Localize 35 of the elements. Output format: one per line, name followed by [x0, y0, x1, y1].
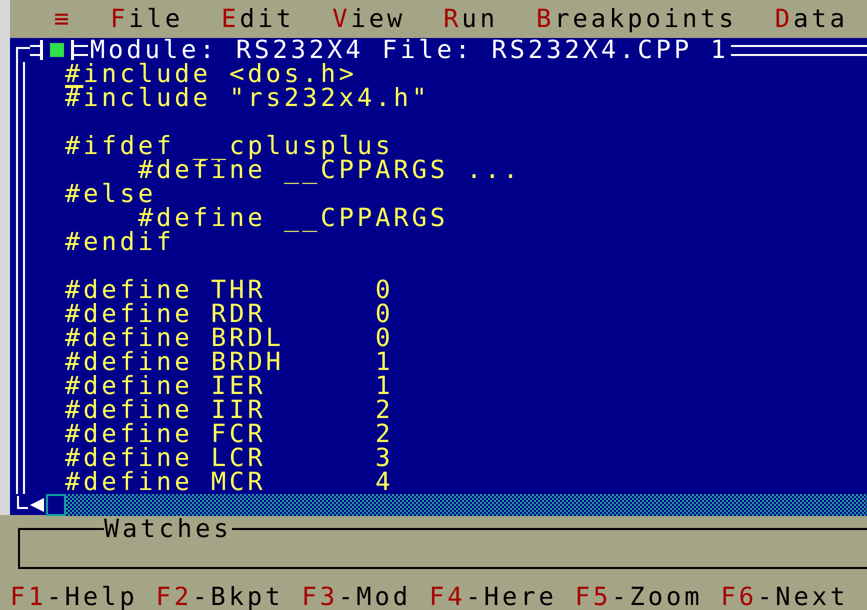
menu-item[interactable]: B reakpoints: [536, 7, 737, 31]
left-arrow-icon[interactable]: [16, 496, 46, 514]
code-line: #define FCR 2: [65, 422, 395, 446]
code-line: #endif: [65, 230, 176, 254]
code-line: #define IIR 2: [65, 398, 395, 422]
code-line: #define __CPPARGS: [138, 206, 450, 230]
code-line: #define BRDL 0: [65, 326, 395, 350]
function-key-hint[interactable]: F2-Bkpt: [156, 585, 284, 609]
code-line: #define THR 0: [65, 278, 395, 302]
code-line: #define LCR 3: [65, 446, 395, 470]
menu-item[interactable]: V iew: [332, 7, 406, 31]
square-icon: [50, 43, 64, 57]
function-key-hint[interactable]: F3-Mod: [302, 585, 412, 609]
close-button[interactable]: [40, 40, 74, 60]
horizontal-scrollbar[interactable]: [66, 494, 867, 516]
code-line: #ifdef __cplusplus: [65, 134, 394, 158]
code-line: #else: [65, 182, 156, 206]
menu-item[interactable]: E dit: [221, 7, 294, 31]
code-line: #define __CPPARGS ...: [138, 158, 522, 182]
code-line: #define MCR 4: [65, 470, 395, 494]
code-line: #define IER 1: [65, 374, 395, 398]
code-line: #include "rs232x4.h": [65, 86, 432, 110]
code-line: #include <dos.h>: [65, 62, 358, 86]
menu-item[interactable]: R un: [443, 7, 498, 31]
menu-item[interactable]: F ile: [110, 7, 184, 31]
window-title: Module: RS232X4 File: RS232X4.CPP 1: [90, 38, 730, 62]
function-key-hint[interactable]: F5-Zoom: [574, 585, 703, 609]
function-key-hint[interactable]: F4-Here: [429, 585, 557, 609]
code-line: #define BRDH 1: [65, 350, 395, 374]
code-line: #define RDR 0: [65, 302, 395, 326]
scrollbar-thumb[interactable]: [46, 494, 66, 516]
window-border: [74, 44, 88, 56]
menu-item[interactable]: D ata: [774, 7, 848, 31]
function-key-hint[interactable]: F6-Next: [720, 585, 848, 609]
function-key-hint[interactable]: F1-Help: [10, 585, 138, 609]
